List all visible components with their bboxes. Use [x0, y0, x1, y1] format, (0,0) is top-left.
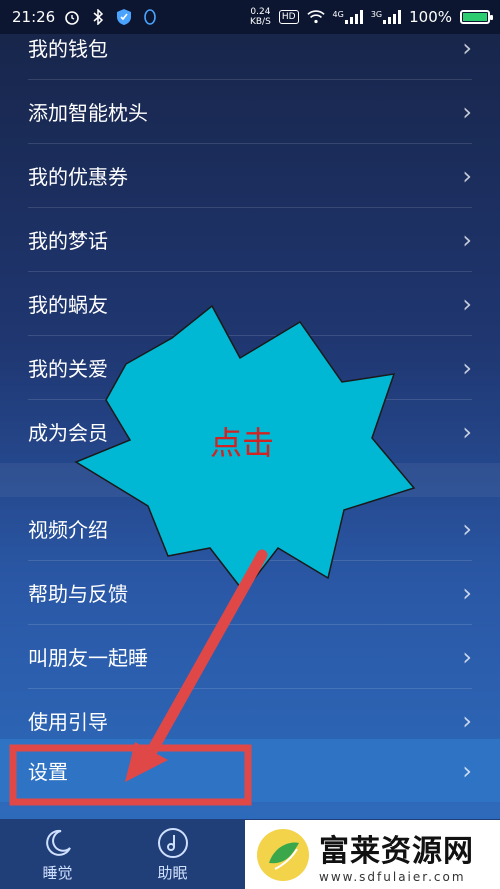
network-speed-value: 0.24: [250, 7, 271, 17]
menu-item-label: 我的关爱: [28, 357, 108, 381]
menu-item-sleep-talk[interactable]: 我的梦话 ›: [28, 208, 472, 272]
watermark-logo-icon: [257, 828, 309, 881]
signal-3g: 3G: [370, 10, 402, 24]
menu-item-label: 添加智能枕头: [28, 101, 148, 125]
tab-label: 助眠: [157, 863, 188, 882]
chevron-right-icon: ›: [462, 353, 472, 382]
battery-percent: 100%: [409, 8, 452, 26]
menu-item-label: 我的蜗友: [28, 293, 108, 317]
menu-item-video-intro[interactable]: 视频介绍 ›: [28, 497, 472, 561]
watermark-domain: www.sdfulaier.com: [319, 869, 466, 884]
settings-label: 设置: [28, 760, 68, 784]
chevron-right-icon: ›: [462, 642, 472, 671]
tab-sleep-aid[interactable]: 助眠: [115, 819, 230, 889]
moon-icon: [45, 829, 71, 856]
signal-4g: 4G: [333, 10, 363, 24]
signal-bars-icon: [344, 10, 363, 24]
menu-item-label: 帮助与反馈: [28, 582, 128, 606]
callout-text: 点击: [210, 424, 275, 462]
section-divider: [0, 463, 500, 497]
music-disc-icon: [157, 827, 188, 858]
menu-item-label: 成为会员: [28, 421, 108, 445]
menu-item-label: 我的优惠券: [28, 165, 128, 189]
status-bar: 21:26 0.24 KB/S HD 4G 3G 100%: [0, 0, 500, 34]
menu-item-invite-friends[interactable]: 叫朋友一起睡 ›: [28, 625, 472, 689]
signal-bars-icon: [383, 10, 402, 24]
chevron-right-icon: ›: [462, 417, 472, 446]
battery-icon: [460, 10, 493, 24]
chevron-right-icon: ›: [462, 225, 472, 254]
signal-label: 4G: [332, 10, 344, 19]
chevron-right-icon: ›: [462, 756, 472, 785]
qq-penguin-icon: [141, 8, 159, 26]
chevron-right-icon: ›: [462, 289, 472, 318]
shield-icon: [115, 8, 133, 26]
screen: 我的钱包 › 添加智能枕头 › 我的优惠券 › 我的梦话 › 我的蜗友 › 我的…: [0, 0, 500, 889]
menu-item-coupons[interactable]: 我的优惠券 ›: [28, 144, 472, 208]
chevron-right-icon: ›: [462, 161, 472, 190]
menu-item-label: 使用引导: [28, 710, 108, 734]
menu-item-add-smart-pillow[interactable]: 添加智能枕头 ›: [28, 80, 472, 144]
menu-item-settings[interactable]: 设置 ›: [0, 739, 500, 802]
chevron-right-icon: ›: [462, 97, 472, 126]
signal-label: 3G: [370, 10, 383, 19]
watermark-name: 富莱资源网: [319, 833, 474, 869]
clock-time: 21:26: [12, 8, 56, 26]
chevron-right-icon: ›: [462, 33, 472, 62]
tab-label: 睡觉: [42, 863, 73, 882]
menu-item-care[interactable]: 我的关爱 ›: [28, 336, 472, 400]
network-speed: 0.24 KB/S: [250, 7, 271, 27]
battery-fill: [463, 13, 487, 21]
alarm-icon: [63, 8, 81, 26]
chevron-right-icon: ›: [462, 514, 472, 543]
menu-item-friends[interactable]: 我的蜗友 ›: [28, 272, 472, 336]
chevron-right-icon: ›: [462, 706, 472, 735]
menu-item-help-feedback[interactable]: 帮助与反馈 ›: [28, 561, 472, 625]
menu-item-label: 我的钱包: [28, 37, 108, 61]
menu-item-label: 视频介绍: [28, 518, 108, 542]
chevron-right-icon: ›: [462, 578, 472, 607]
menu-item-label: 我的梦话: [28, 229, 108, 253]
menu-item-label: 叫朋友一起睡: [28, 646, 148, 670]
watermark: 富莱资源网 www.sdfulaier.com: [245, 820, 500, 889]
hd-badge: HD: [278, 10, 299, 24]
network-speed-unit: KB/S: [249, 17, 271, 27]
menu-list: 我的钱包 › 添加智能枕头 › 我的优惠券 › 我的梦话 › 我的蜗友 › 我的…: [0, 16, 500, 752]
tab-sleep[interactable]: 睡觉: [0, 819, 115, 889]
wifi-icon: [306, 8, 325, 26]
bluetooth-icon: [89, 8, 107, 26]
